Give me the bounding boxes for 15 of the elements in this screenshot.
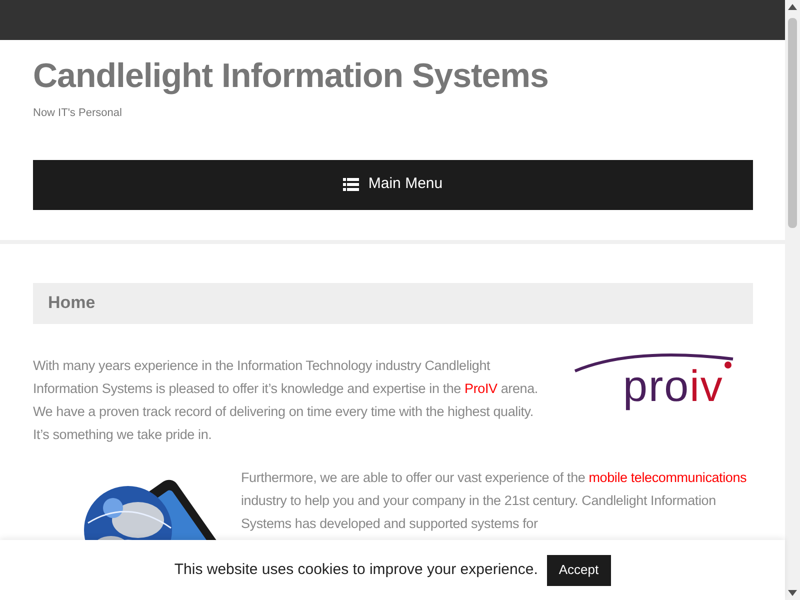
scrollbar-thumb[interactable] [788, 18, 797, 228]
scroll-down-arrow-icon[interactable] [788, 590, 797, 596]
text-link[interactable]: mobile telecommunications [588, 470, 747, 484]
scroll-up-arrow-icon[interactable] [788, 4, 797, 10]
list-icon [343, 178, 360, 191]
scrollbar[interactable] [785, 0, 800, 600]
site-tagline: Now IT's Personal [33, 106, 123, 121]
intro-paragraph: With many years experience in the Information Technology industry Candlelight Information Systems is pleased to offer it’s knowledge and expertise in the ProIV arena. We have a proven track record of delivering on time every time with the highest quality. It’s something we take pride in. [33, 356, 539, 444]
page-heading: Home [33, 282, 753, 324]
cookie-message: This website uses cookies to improve your experience. [174, 560, 538, 580]
accept-button[interactable]: Accept [546, 554, 611, 586]
site-title[interactable]: Candlelight Information Systems [33, 56, 752, 96]
main-menu-button[interactable]: Main Menu [33, 160, 753, 210]
proiv-logo: proiv [573, 348, 748, 414]
text-link[interactable]: ProIV [464, 380, 498, 396]
